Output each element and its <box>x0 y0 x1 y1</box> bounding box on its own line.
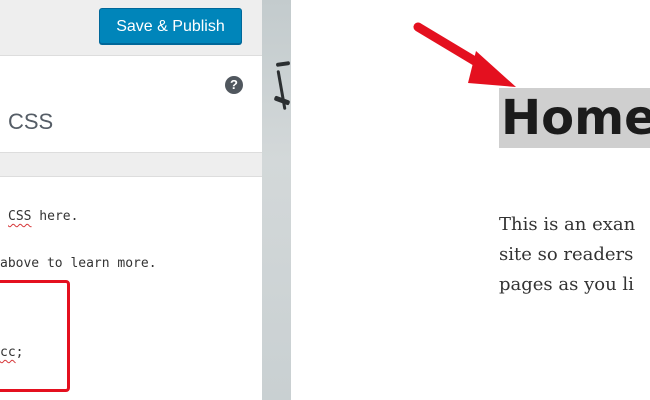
body-line: This is an exan <box>499 214 636 235</box>
customizer-header: Save & Publish <box>0 0 262 56</box>
section-divider <box>0 153 262 177</box>
page-title: Home <box>499 88 650 148</box>
section-header <box>0 56 262 153</box>
section-title: CSS <box>8 109 54 134</box>
misspelled-word: CSS <box>8 209 32 224</box>
red-arrow-annotation-icon <box>413 22 516 87</box>
code-line: CSS here. <box>8 209 78 225</box>
annotation-highlight-box <box>0 280 70 392</box>
body-line: pages as you li <box>499 274 634 295</box>
page-body-text: This is an exan site so readers pages as… <box>499 210 650 300</box>
branch-shape <box>276 70 287 110</box>
code-line: above to learn more. <box>0 256 157 271</box>
body-line: site so readers <box>499 244 634 265</box>
help-icon[interactable]: ? <box>225 76 243 94</box>
background-photo-strip <box>262 0 291 400</box>
customizer-sidebar: Save & Publish CSS ? CSS here. above to … <box>0 0 262 400</box>
branch-shape <box>275 61 291 67</box>
save-and-publish-button[interactable]: Save & Publish <box>99 8 242 44</box>
code-text: here. <box>31 209 79 224</box>
